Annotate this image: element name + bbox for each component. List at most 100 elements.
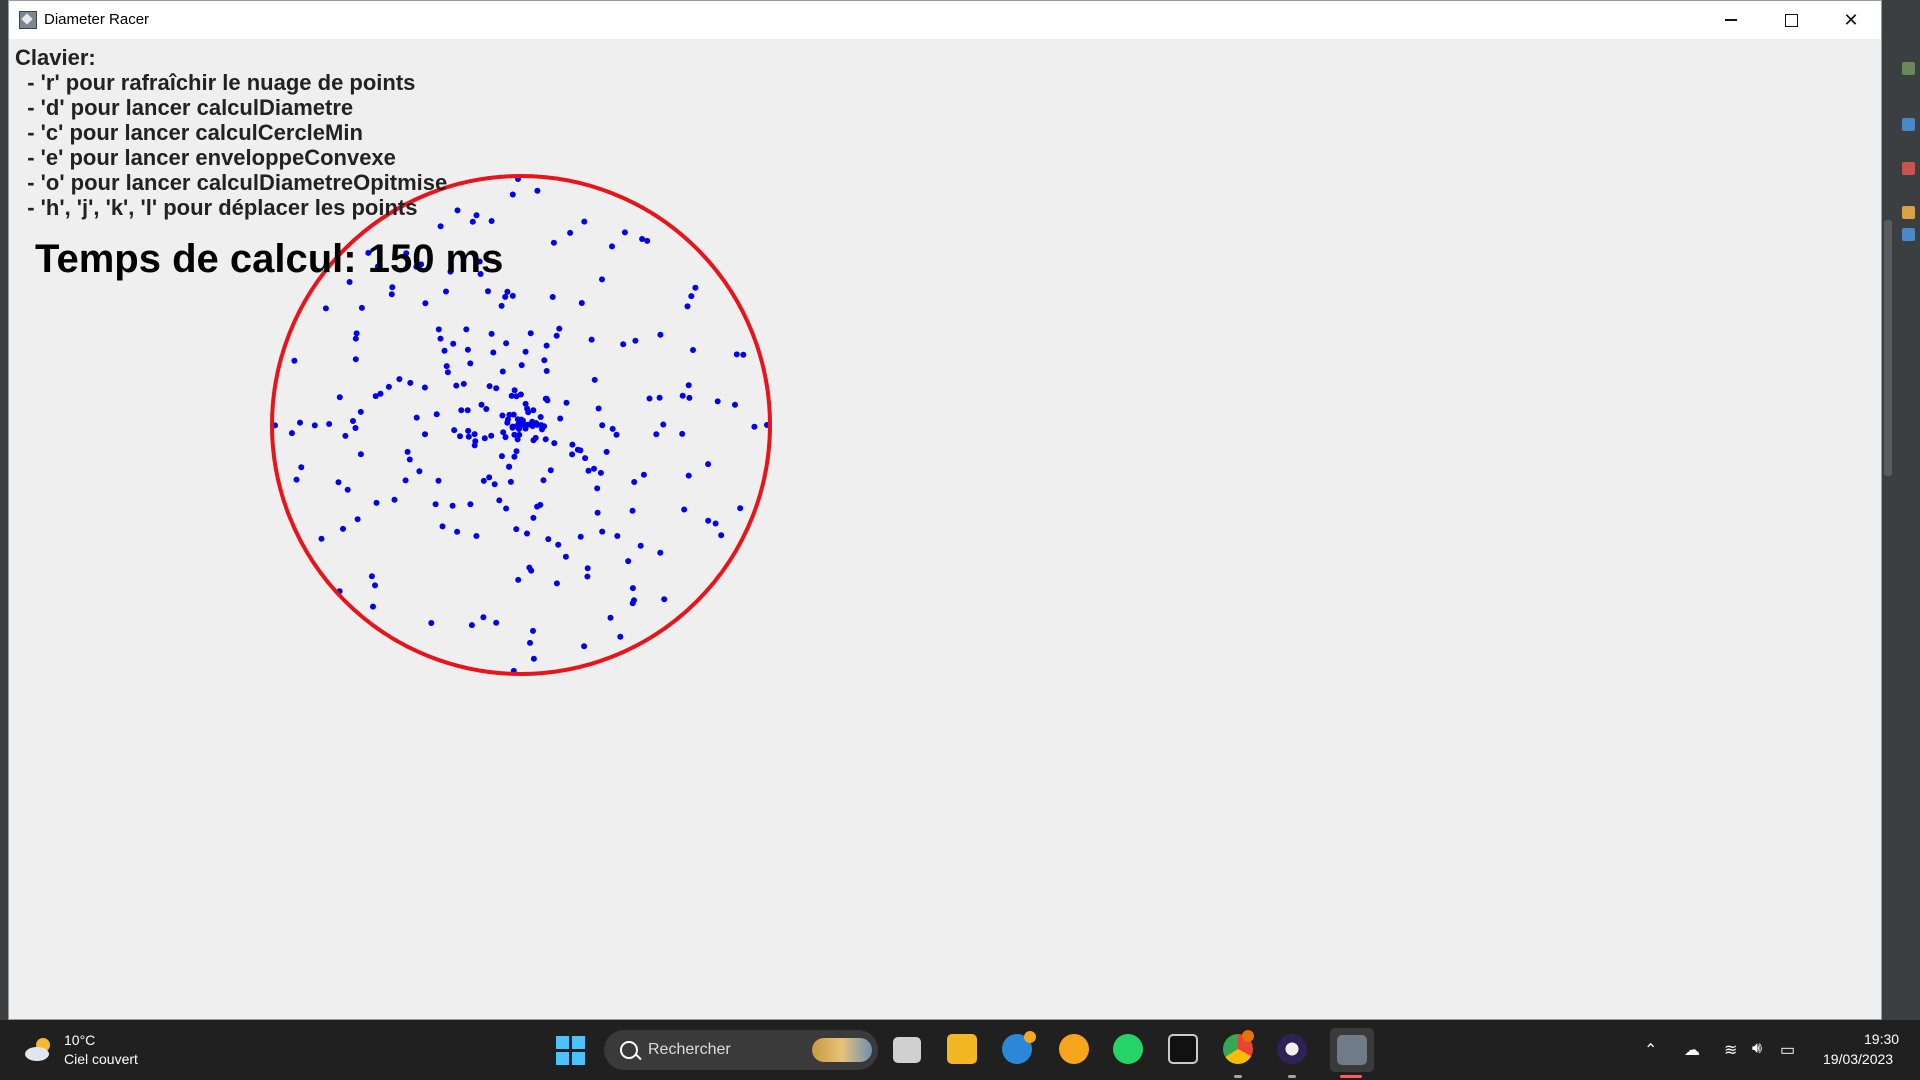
cloud-point <box>555 541 562 548</box>
volume-icon[interactable]: 🔊︎ <box>1752 1040 1762 1058</box>
cloud-point <box>530 655 537 662</box>
eclipse-icon[interactable] <box>1277 1034 1307 1064</box>
chevron-up-icon[interactable]: ⌃ <box>1644 1040 1657 1060</box>
ide-tool-icon[interactable] <box>1902 62 1915 75</box>
cloud-point <box>493 385 500 392</box>
cloud-point <box>585 467 592 474</box>
window-title: Diameter Racer <box>44 11 150 28</box>
cloud-point <box>613 431 620 438</box>
cloud-point <box>467 501 474 508</box>
cloud-point <box>562 553 569 560</box>
ide-tool-icon[interactable] <box>1902 206 1915 219</box>
cloud-point <box>352 356 359 363</box>
cloud-point <box>439 523 446 530</box>
cloud-point <box>714 398 721 405</box>
taskbar-search[interactable]: Rechercher <box>604 1030 878 1070</box>
cloud-point <box>490 349 497 356</box>
onedrive-icon[interactable]: ☁ <box>1684 1040 1700 1060</box>
cloud-point <box>625 558 632 565</box>
cloud-point <box>352 335 359 342</box>
cloud-point <box>488 432 495 439</box>
cloud-point <box>486 474 493 481</box>
cloud-point <box>488 218 495 224</box>
cloud-point <box>679 392 686 399</box>
maximize-button[interactable] <box>1761 1 1821 39</box>
cloud-point <box>578 300 585 306</box>
cloud-point <box>509 292 516 299</box>
cloud-point <box>504 419 511 426</box>
cloud-point <box>502 293 509 300</box>
ide-tool-icon[interactable] <box>1902 162 1915 175</box>
ide-scrollbar[interactable] <box>1884 220 1892 476</box>
cloud-point <box>478 401 485 408</box>
search-label: Rechercher <box>648 1041 731 1058</box>
cloud-point <box>406 456 413 463</box>
help-line: - 'e' pour lancer enveloppeConvexe <box>15 145 396 170</box>
partly-cloudy-icon[interactable] <box>22 1034 56 1064</box>
cloud-point <box>498 302 505 309</box>
cloud-point <box>464 407 471 414</box>
cloud-point <box>550 239 557 246</box>
cloud-point <box>450 340 457 347</box>
canvas-area[interactable]: Clavier: - 'r' pour rafraîchir le nuage … <box>9 39 1881 1019</box>
minimize-button[interactable] <box>1701 1 1761 39</box>
close-icon: ✕ <box>1843 9 1859 30</box>
file-explorer-icon[interactable] <box>947 1034 977 1064</box>
cloud-point <box>584 565 591 572</box>
cloud-point <box>471 431 478 438</box>
weather-app-icon[interactable] <box>1059 1034 1089 1064</box>
app-icon <box>1337 1035 1367 1065</box>
cloud-point <box>433 411 440 418</box>
cloud-point <box>545 536 552 543</box>
cloud-point <box>595 405 602 412</box>
cloud-point <box>639 236 646 242</box>
cloud-point <box>718 532 725 539</box>
cloud-point <box>514 436 521 443</box>
cloud-point <box>547 467 554 474</box>
notification-badge-icon <box>1242 1030 1254 1042</box>
cloud-point <box>660 421 667 428</box>
cloud-point <box>373 499 380 506</box>
clock-time[interactable]: 19:30 <box>1864 1031 1899 1047</box>
cloud-point <box>509 191 516 198</box>
cloud-point <box>533 420 540 427</box>
cloud-point <box>657 331 664 338</box>
cloud-point <box>603 448 610 455</box>
task-view-icon[interactable] <box>893 1037 921 1063</box>
ide-tool-icon[interactable] <box>1902 118 1915 131</box>
ide-tool-icon[interactable] <box>1902 228 1915 241</box>
cloud-point <box>481 435 488 442</box>
keyboard-help: Clavier: - 'r' pour rafraîchir le nuage … <box>15 45 447 220</box>
cloud-point <box>311 422 318 429</box>
battery-icon[interactable]: ▭ <box>1780 1040 1795 1060</box>
cloud-point <box>358 304 365 311</box>
help-line: - 'd' pour lancer calculDiametre <box>15 95 354 120</box>
start-button[interactable] <box>556 1036 586 1066</box>
cloud-point <box>444 369 451 376</box>
close-button[interactable]: ✕ <box>1821 1 1881 39</box>
cloud-point <box>293 476 300 483</box>
cloud-point <box>661 596 668 603</box>
cloud-point <box>534 503 541 510</box>
cloud-point <box>599 528 606 535</box>
cloud-point <box>690 347 696 353</box>
cloud-point <box>503 505 510 512</box>
cloud-point <box>609 425 616 432</box>
weather-temperature[interactable]: 10°C <box>64 1032 95 1048</box>
cloud-point <box>542 436 549 443</box>
clock-date[interactable]: 19/03/2023 <box>1823 1051 1893 1067</box>
cloud-point <box>353 330 360 337</box>
cloud-point <box>513 526 520 533</box>
cloud-point <box>511 387 518 394</box>
cloud-point <box>644 237 651 244</box>
terminal-icon[interactable] <box>1168 1034 1198 1064</box>
cloud-point <box>473 212 480 219</box>
title-bar[interactable]: Diameter Racer ✕ <box>9 1 1881 39</box>
whatsapp-icon[interactable] <box>1113 1034 1143 1064</box>
wifi-icon[interactable]: ≋ <box>1724 1040 1737 1060</box>
weather-description[interactable]: Ciel couvert <box>64 1051 138 1067</box>
cloud-point <box>543 395 550 402</box>
cloud-point <box>504 288 511 295</box>
cloud-point <box>594 485 601 492</box>
cloud-point <box>582 455 589 462</box>
